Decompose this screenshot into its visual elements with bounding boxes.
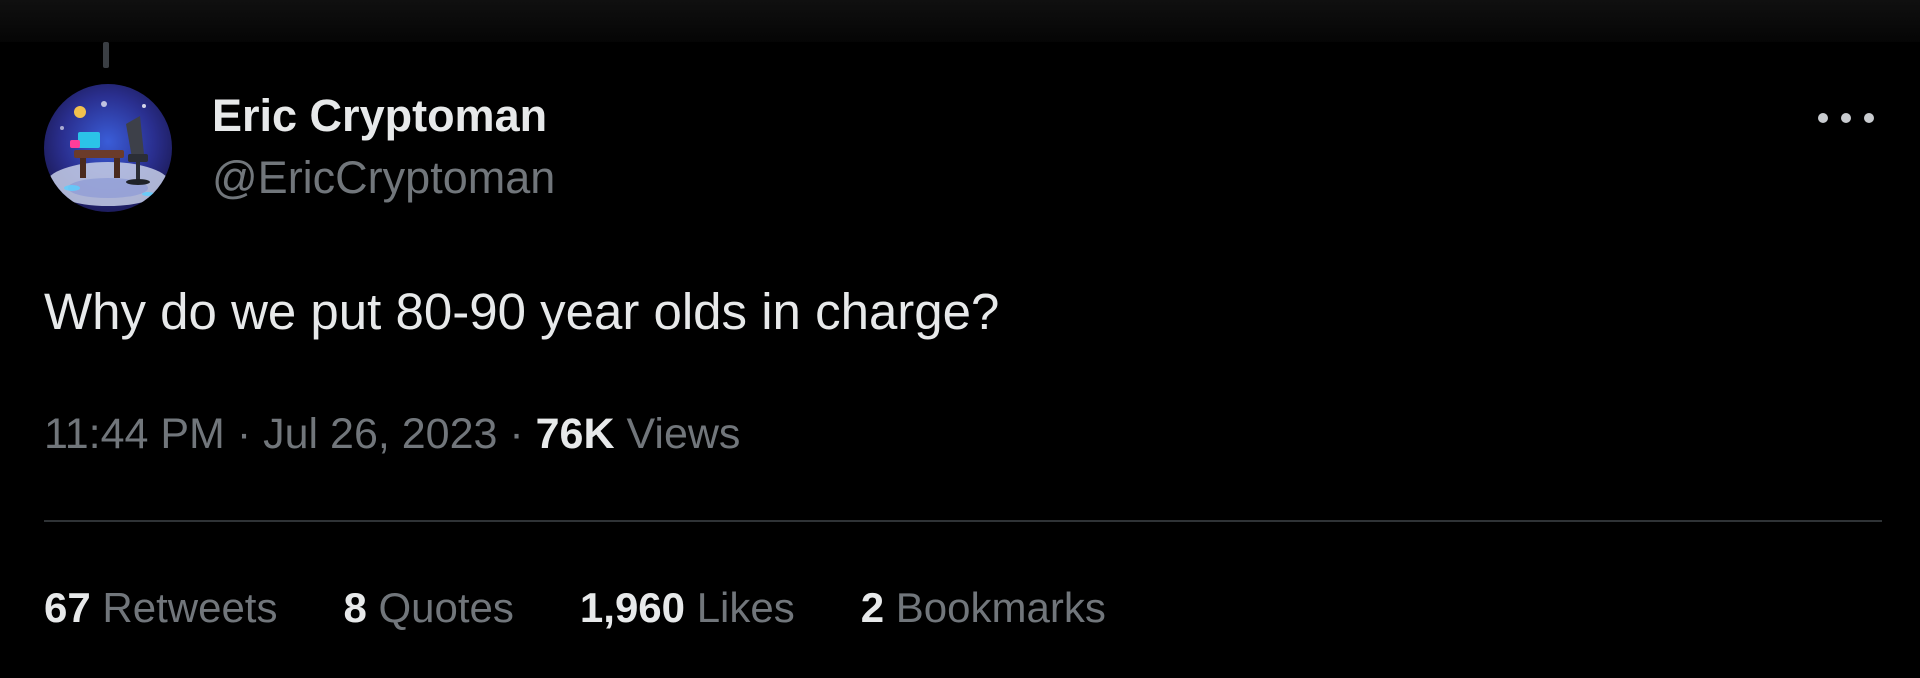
more-options-button[interactable] [1818,100,1874,136]
avatar[interactable] [44,84,172,212]
tweet-text: Why do we put 80-90 year olds in charge? [44,283,1000,340]
more-horizontal-icon [1841,113,1851,123]
author-handle[interactable]: @EricCryptoman [212,152,555,204]
meta-separator: · [509,410,524,458]
tweet-metadata: 11:44 PM · Jul 26, 2023 · 76K Views [44,408,740,460]
author-display-name[interactable]: Eric Cryptoman [212,90,555,142]
quotes-stat[interactable]: 8 Quotes [343,582,513,634]
retweets-stat[interactable]: 67 Retweets [44,582,277,634]
more-horizontal-icon [1818,113,1828,123]
likes-stat[interactable]: 1,960 Likes [580,582,795,634]
tweet-detail: Eric Cryptoman @EricCryptoman Why do we … [0,0,1920,678]
more-horizontal-icon [1864,113,1874,123]
stat-count: 67 [44,584,91,631]
author-info: Eric Cryptoman @EricCryptoman [212,90,555,204]
divider [44,520,1882,522]
tweet-time[interactable]: 11:44 PM [44,410,225,458]
meta-separator: · [236,410,252,458]
views-label: Views [626,410,741,458]
tweet-date[interactable]: Jul 26, 2023 [263,410,497,458]
stat-label: Likes [696,584,795,631]
stat-count: 8 [343,584,367,631]
engagement-stats: 67 Retweets 8 Quotes 1,960 Likes 2 Bookm… [44,582,1172,634]
views-count: 76K [535,410,615,458]
bookmarks-stat[interactable]: 2 Bookmarks [861,582,1106,634]
stat-count: 2 [860,584,885,631]
stat-label: Quotes [378,584,514,631]
stat-count: 1,960 [579,584,686,631]
stat-label: Bookmarks [895,584,1106,631]
avatar-image [44,84,172,212]
stat-label: Retweets [102,584,278,631]
